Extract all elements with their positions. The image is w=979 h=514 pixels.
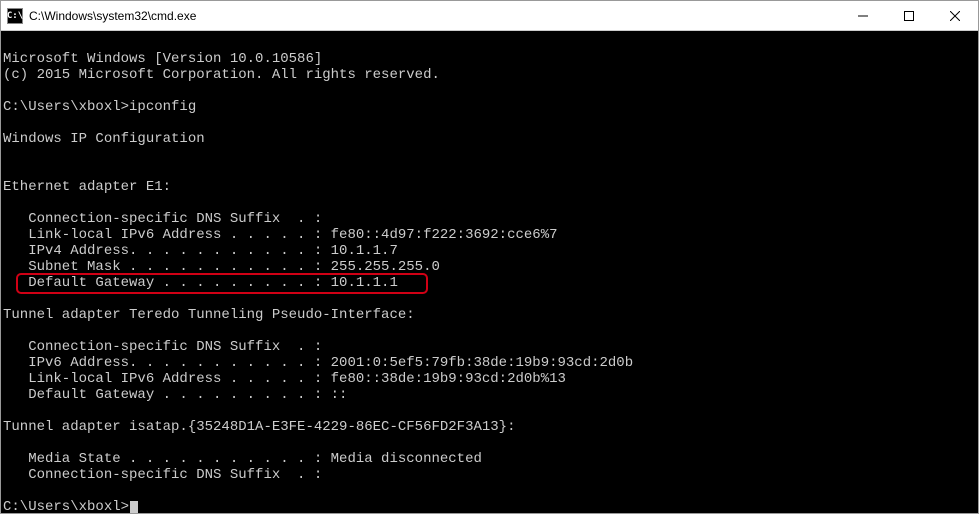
- close-button[interactable]: [932, 1, 978, 30]
- output-line: Link-local IPv6 Address . . . . . : fe80…: [3, 227, 558, 243]
- output-line: IPv4 Address. . . . . . . . . . . : 10.1…: [3, 243, 398, 259]
- output-line: Media State . . . . . . . . . . . : Medi…: [3, 451, 482, 467]
- window-controls: [840, 1, 978, 30]
- output-line: (c) 2015 Microsoft Corporation. All righ…: [3, 67, 440, 83]
- output-line: Link-local IPv6 Address . . . . . : fe80…: [3, 371, 566, 387]
- terminal-output[interactable]: Microsoft Windows [Version 10.0.10586] (…: [1, 31, 978, 513]
- prompt-line: C:\Users\xboxl>ipconfig: [3, 99, 196, 115]
- window-title: C:\Windows\system32\cmd.exe: [29, 9, 840, 23]
- adapter-header: Tunnel adapter isatap.{35248D1A-E3FE-422…: [3, 419, 515, 435]
- maximize-icon: [904, 11, 914, 21]
- output-line: Windows IP Configuration: [3, 131, 205, 147]
- output-line: Connection-specific DNS Suffix . :: [3, 339, 322, 355]
- close-icon: [950, 11, 960, 21]
- cursor: [130, 501, 138, 513]
- minimize-icon: [858, 11, 868, 21]
- output-line: Microsoft Windows [Version 10.0.10586]: [3, 51, 322, 67]
- adapter-header: Ethernet adapter E1:: [3, 179, 171, 195]
- output-line: IPv6 Address. . . . . . . . . . . : 2001…: [3, 355, 633, 371]
- output-line: Subnet Mask . . . . . . . . . . . : 255.…: [3, 259, 440, 275]
- maximize-button[interactable]: [886, 1, 932, 30]
- cmd-icon: C:\: [7, 8, 23, 24]
- minimize-button[interactable]: [840, 1, 886, 30]
- output-line: Connection-specific DNS Suffix . :: [3, 211, 322, 227]
- titlebar[interactable]: C:\ C:\Windows\system32\cmd.exe: [1, 1, 978, 31]
- adapter-header: Tunnel adapter Teredo Tunneling Pseudo-I…: [3, 307, 415, 323]
- prompt-line: C:\Users\xboxl>: [3, 499, 138, 513]
- output-line: Default Gateway . . . . . . . . . : ::: [3, 387, 347, 403]
- default-gateway-line: Default Gateway . . . . . . . . . : 10.1…: [3, 275, 398, 291]
- cmd-window: C:\ C:\Windows\system32\cmd.exe Microsof…: [0, 0, 979, 514]
- output-line: Connection-specific DNS Suffix . :: [3, 467, 322, 483]
